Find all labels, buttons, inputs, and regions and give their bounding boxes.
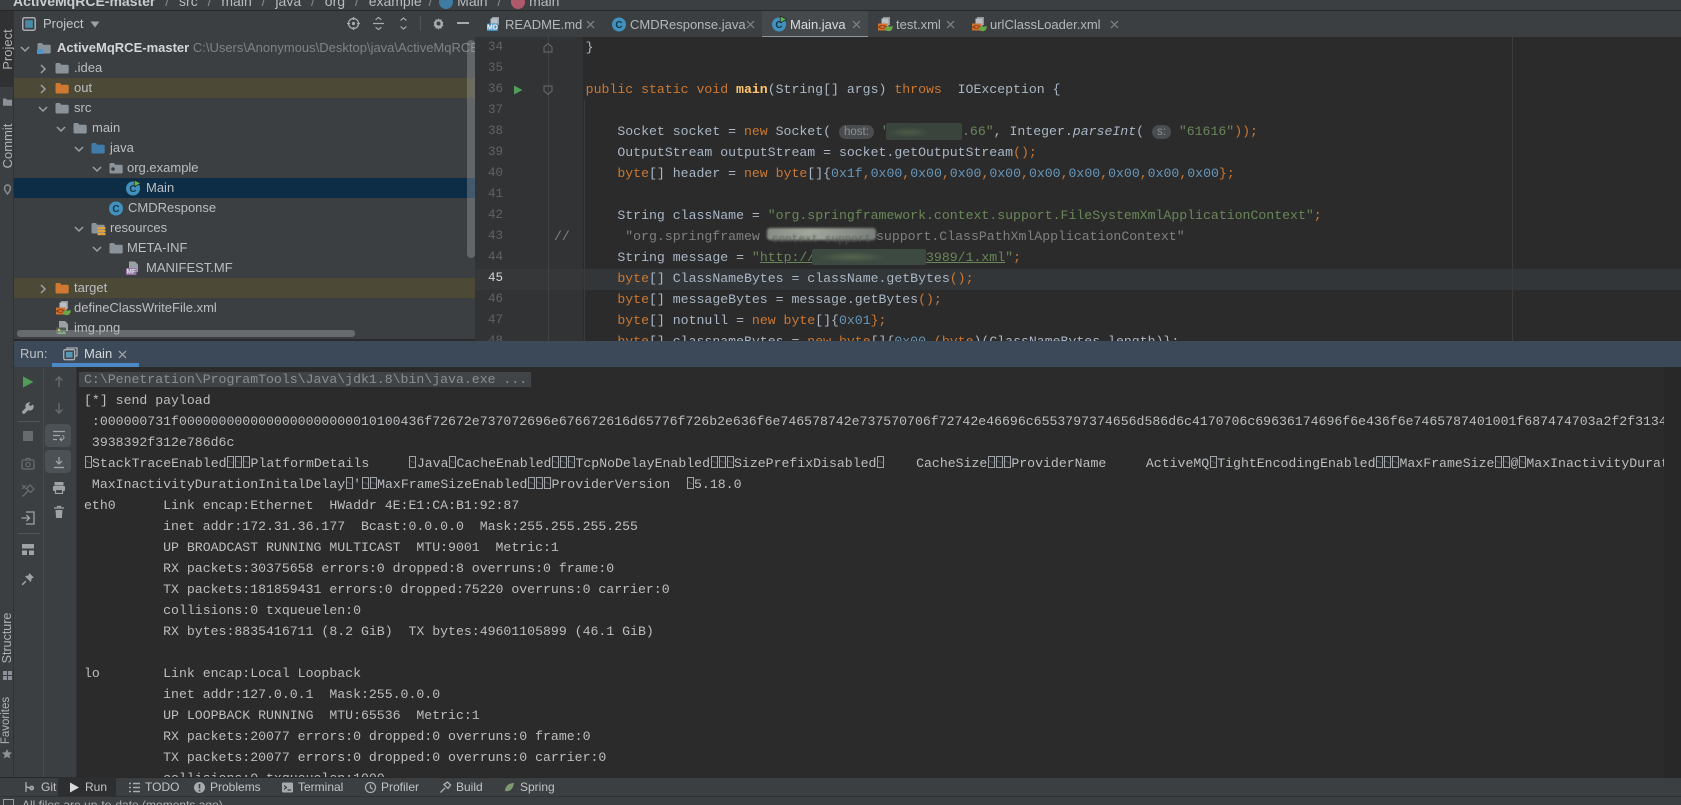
svg-text:C: C (615, 20, 622, 31)
svg-text:MD: MD (487, 25, 498, 32)
svg-text:C: C (112, 204, 119, 215)
svg-text:MF: MF (127, 269, 136, 276)
